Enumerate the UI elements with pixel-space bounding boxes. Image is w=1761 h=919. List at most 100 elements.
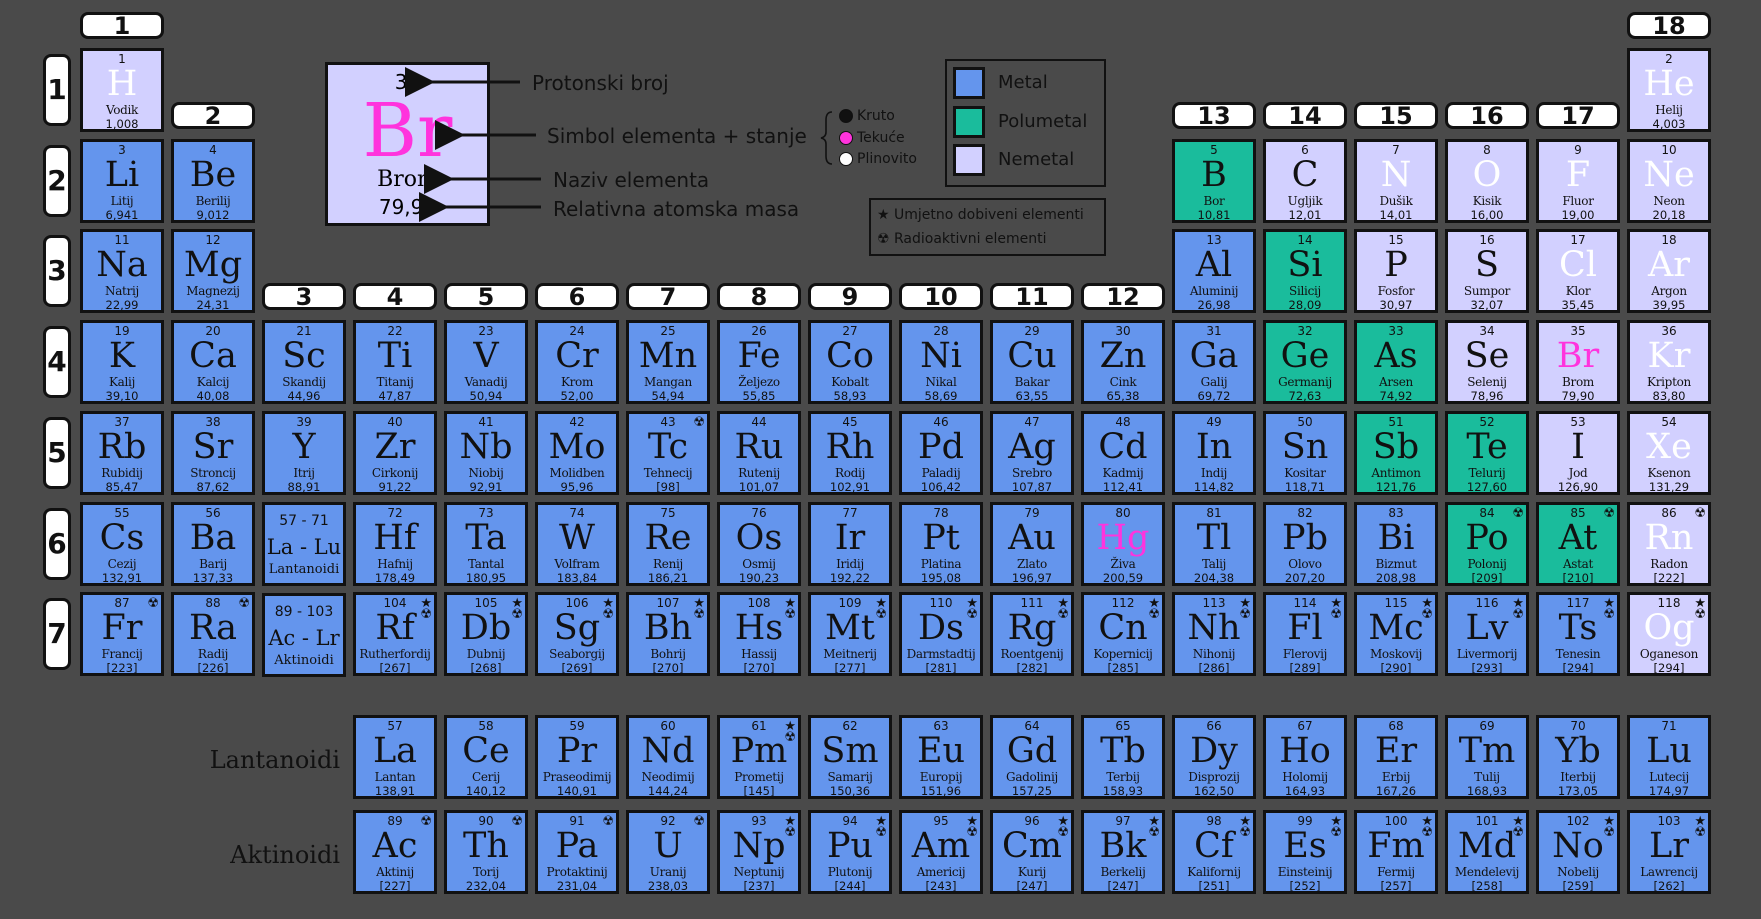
element-cell-no[interactable]: 102 No Nobelij [259] ★ ☢: [1536, 810, 1620, 894]
element-cell-mn[interactable]: 25 Mn Mangan 54,94: [626, 320, 710, 405]
element-cell-og[interactable]: 118 Og Oganeson [294] ★ ☢: [1627, 592, 1711, 677]
element-cell-pa[interactable]: 91 Pa Protaktinij 231,04 ☢: [535, 810, 619, 894]
element-cell-si[interactable]: 14 Si Silicij 28,09: [1263, 229, 1347, 314]
element-cell-sc[interactable]: 21 Sc Skandij 44,96: [262, 320, 346, 405]
element-cell-y[interactable]: 39 Y Itrij 88,91: [262, 410, 346, 495]
element-cell-br[interactable]: 35 Br Brom 79,90: [1536, 320, 1620, 405]
element-cell-re[interactable]: 75 Re Renij 186,21: [626, 501, 710, 586]
element-cell-pt[interactable]: 78 Pt Platina 195,08: [899, 501, 983, 586]
element-cell-yb[interactable]: 70 Yb Iterbij 173,05: [1536, 715, 1620, 799]
element-cell-zn[interactable]: 30 Zn Cink 65,38: [1081, 320, 1165, 405]
element-cell-lv[interactable]: 116 Lv Livermorij [293] ★ ☢: [1445, 592, 1529, 677]
element-cell-ni[interactable]: 28 Ni Nikal 58,69: [899, 320, 983, 405]
element-cell-tl[interactable]: 81 Tl Talij 204,38: [1172, 501, 1256, 586]
element-cell-pu[interactable]: 94 Pu Plutonij [244] ★ ☢: [808, 810, 892, 894]
element-cell-cl[interactable]: 17 Cl Klor 35,45: [1536, 229, 1620, 314]
element-cell-k[interactable]: 19 K Kalij 39,10: [80, 320, 164, 405]
element-cell-ac[interactable]: 89 Ac Aktinij [227] ☢: [353, 810, 437, 894]
element-cell-in[interactable]: 49 In Indij 114,82: [1172, 410, 1256, 495]
element-cell-ar[interactable]: 18 Ar Argon 39,95: [1627, 229, 1711, 314]
element-cell-mc[interactable]: 115 Mc Moskovij [290] ★ ☢: [1354, 592, 1438, 677]
element-cell-sb[interactable]: 51 Sb Antimon 121,76: [1354, 410, 1438, 495]
element-cell-rb[interactable]: 37 Rb Rubidij 85,47: [80, 410, 164, 495]
element-cell-bh[interactable]: 107 Bh Bohrij [270] ★ ☢: [626, 592, 710, 677]
element-cell-nd[interactable]: 60 Nd Neodimij 144,24: [626, 715, 710, 799]
element-cell-er[interactable]: 68 Er Erbij 167,26: [1354, 715, 1438, 799]
element-cell-s[interactable]: 16 S Sumpor 32,07: [1445, 229, 1529, 314]
element-cell-rn[interactable]: 86 Rn Radon [222] ☢: [1627, 501, 1711, 586]
element-cell-ce[interactable]: 58 Ce Cerij 140,12: [444, 715, 528, 799]
element-cell-ba[interactable]: 56 Ba Barij 137,33: [171, 501, 255, 586]
element-cell-kr[interactable]: 36 Kr Kripton 83,80: [1627, 320, 1711, 405]
element-cell-lr[interactable]: 103 Lr Lawrencij [262] ★ ☢: [1627, 810, 1711, 894]
element-cell-as[interactable]: 33 As Arsen 74,92: [1354, 320, 1438, 405]
element-cell-ds[interactable]: 110 Ds Darmstadtij [281] ★ ☢: [899, 592, 983, 677]
element-cell-cd[interactable]: 48 Cd Kadmij 112,41: [1081, 410, 1165, 495]
element-cell-mo[interactable]: 42 Mo Molidben 95,96: [535, 410, 619, 495]
element-cell-tc[interactable]: 43 Tc Tehnecij [98] ☢: [626, 410, 710, 495]
element-cell-ge[interactable]: 32 Ge Germanij 72,63: [1263, 320, 1347, 405]
element-cell-db[interactable]: 105 Db Dubnij [268] ★ ☢: [444, 592, 528, 677]
element-cell-o[interactable]: 8 O Kisik 16,00: [1445, 138, 1529, 223]
element-cell-cu[interactable]: 29 Cu Bakar 63,55: [990, 320, 1074, 405]
element-cell-os[interactable]: 76 Os Osmij 190,23: [717, 501, 801, 586]
element-cell-rg[interactable]: 111 Rg Roentgenij [282] ★ ☢: [990, 592, 1074, 677]
element-cell-rf[interactable]: 104 Rf Rutherfordij [267] ★ ☢: [353, 592, 437, 677]
element-cell-c[interactable]: 6 C Ugljik 12,01: [1263, 138, 1347, 223]
element-cell-fm[interactable]: 100 Fm Fermij [257] ★ ☢: [1354, 810, 1438, 894]
element-cell-lu[interactable]: 71 Lu Lutecij 174,97: [1627, 715, 1711, 799]
element-cell-ho[interactable]: 67 Ho Holomij 164,93: [1263, 715, 1347, 799]
element-cell-sn[interactable]: 50 Sn Kositar 118,71: [1263, 410, 1347, 495]
element-cell-p[interactable]: 15 P Fosfor 30,97: [1354, 229, 1438, 314]
element-cell-hf[interactable]: 72 Hf Hafnij 178,49: [353, 501, 437, 586]
element-cell-ra[interactable]: 88 Ra Radij [226] ☢: [171, 592, 255, 677]
element-cell-w[interactable]: 74 W Volfram 183,84: [535, 501, 619, 586]
element-cell-cf[interactable]: 98 Cf Kalifornij [251] ★ ☢: [1172, 810, 1256, 894]
element-cell-pr[interactable]: 59 Pr Praseodimij 140,91: [535, 715, 619, 799]
element-cell-cn[interactable]: 112 Cn Kopernicij [285] ★ ☢: [1081, 592, 1165, 677]
element-cell-fe[interactable]: 26 Fe Željezo 55,85: [717, 320, 801, 405]
element-cell-la[interactable]: 57 La Lantan 138,91: [353, 715, 437, 799]
element-cell-am[interactable]: 95 Am Americij [243] ★ ☢: [899, 810, 983, 894]
element-cell-ti[interactable]: 22 Ti Titanij 47,87: [353, 320, 437, 405]
element-cell-na[interactable]: 11 Na Natrij 22,99: [80, 229, 164, 314]
element-cell-ta[interactable]: 73 Ta Tantal 180,95: [444, 501, 528, 586]
element-cell-h[interactable]: 1 H Vodik 1,008: [80, 48, 164, 132]
element-cell-ir[interactable]: 77 Ir Iridij 192,22: [808, 501, 892, 586]
element-cell-fr[interactable]: 87 Fr Francij [223] ☢: [80, 592, 164, 677]
element-cell-gd[interactable]: 64 Gd Gadolinij 157,25: [990, 715, 1074, 799]
element-cell-sr[interactable]: 38 Sr Stroncij 87,62: [171, 410, 255, 495]
element-cell-v[interactable]: 23 V Vanadij 50,94: [444, 320, 528, 405]
element-cell-np[interactable]: 93 Np Neptunij [237] ★ ☢: [717, 810, 801, 894]
element-cell-th[interactable]: 90 Th Torij 232,04 ☢: [444, 810, 528, 894]
element-cell-pb[interactable]: 82 Pb Olovo 207,20: [1263, 501, 1347, 586]
element-cell-al[interactable]: 13 Al Aluminij 26,98: [1172, 229, 1256, 314]
element-cell-sm[interactable]: 62 Sm Samarij 150,36: [808, 715, 892, 799]
element-cell-n[interactable]: 7 N Dušik 14,01: [1354, 138, 1438, 223]
element-cell-i[interactable]: 53 I Jod 126,90: [1536, 410, 1620, 495]
element-cell-hg[interactable]: 80 Hg Živa 200,59: [1081, 501, 1165, 586]
element-cell-bi[interactable]: 83 Bi Bizmut 208,98: [1354, 501, 1438, 586]
element-cell-cm[interactable]: 96 Cm Kurij [247] ★ ☢: [990, 810, 1074, 894]
element-cell-b[interactable]: 5 B Bor 10,81: [1172, 138, 1256, 223]
element-cell-ga[interactable]: 31 Ga Galij 69,72: [1172, 320, 1256, 405]
element-cell-xe[interactable]: 54 Xe Ksenon 131,29: [1627, 410, 1711, 495]
element-cell-md[interactable]: 101 Md Mendelevij [258] ★ ☢: [1445, 810, 1529, 894]
element-cell-u[interactable]: 92 U Uranij 238,03 ☢: [626, 810, 710, 894]
element-cell-be[interactable]: 4 Be Berilij 9,012: [171, 138, 255, 223]
element-cell-at[interactable]: 85 At Astat [210] ☢: [1536, 501, 1620, 586]
element-cell-sg[interactable]: 106 Sg Seaborgij [269] ★ ☢: [535, 592, 619, 677]
element-cell-dy[interactable]: 66 Dy Disprozij 162,50: [1172, 715, 1256, 799]
element-cell-hs[interactable]: 108 Hs Hassij [270] ★ ☢: [717, 592, 801, 677]
element-cell-he[interactable]: 2 He Helij 4,003: [1627, 48, 1711, 132]
element-cell-eu[interactable]: 63 Eu Europij 151,96: [899, 715, 983, 799]
element-cell-se[interactable]: 34 Se Selenij 78,96: [1445, 320, 1529, 405]
element-cell-co[interactable]: 27 Co Kobalt 58,93: [808, 320, 892, 405]
element-cell-ag[interactable]: 47 Ag Srebro 107,87: [990, 410, 1074, 495]
element-cell-ru[interactable]: 44 Ru Rutenij 101,07: [717, 410, 801, 495]
element-cell-cr[interactable]: 24 Cr Krom 52,00: [535, 320, 619, 405]
element-cell-ca[interactable]: 20 Ca Kalcij 40,08: [171, 320, 255, 405]
element-cell-nb[interactable]: 41 Nb Niobij 92,91: [444, 410, 528, 495]
element-cell-zr[interactable]: 40 Zr Cirkonij 91,22: [353, 410, 437, 495]
element-cell-cs[interactable]: 55 Cs Cezij 132,91: [80, 501, 164, 586]
